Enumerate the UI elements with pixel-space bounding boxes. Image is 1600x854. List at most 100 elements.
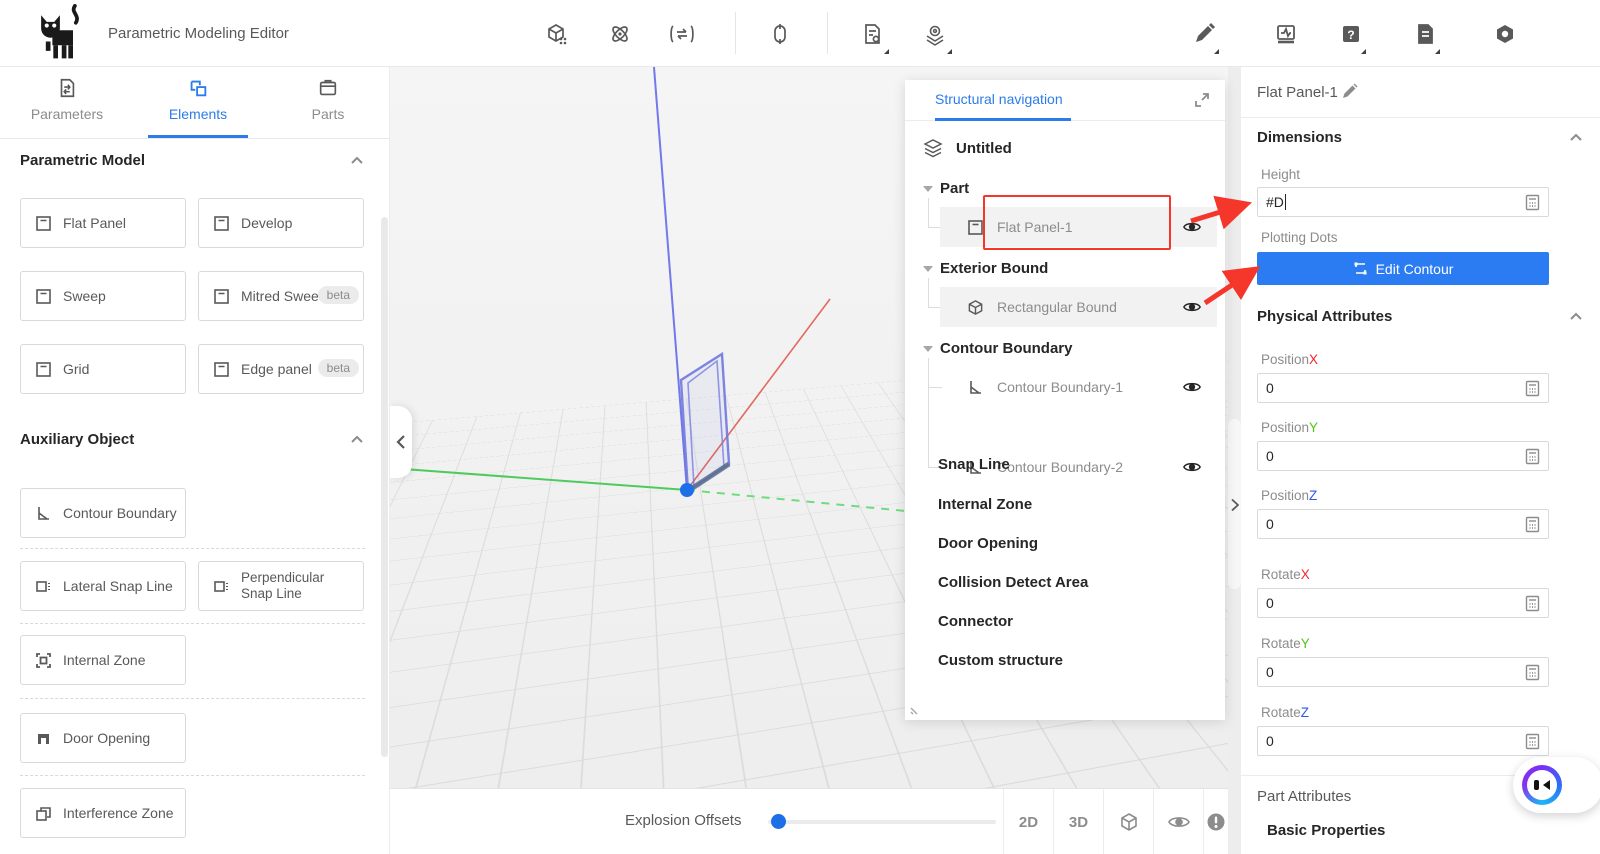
atom-icon[interactable] bbox=[606, 20, 634, 48]
library-item-label: Develop bbox=[241, 215, 292, 231]
view-2d-button[interactable]: 2D bbox=[1003, 789, 1053, 854]
tab-elements[interactable]: Elements bbox=[143, 77, 253, 122]
edit-contour-label: Edit Contour bbox=[1376, 261, 1454, 277]
library-item-internal-zone[interactable]: Internal Zone bbox=[20, 635, 186, 685]
nav-category-door-opening[interactable]: Door Opening bbox=[938, 535, 1038, 552]
section-auxiliary-object: Auxiliary Object bbox=[20, 431, 134, 448]
cube-grid-icon[interactable] bbox=[543, 20, 571, 48]
edit-contour-button[interactable]: Edit Contour bbox=[1257, 252, 1549, 285]
nut-icon[interactable] bbox=[1491, 20, 1519, 48]
tree-connector bbox=[928, 278, 929, 308]
rotate-y-input[interactable]: 0 bbox=[1257, 657, 1549, 687]
library-item-perpendicular-snap-line[interactable]: Perpendicular Snap Line bbox=[198, 561, 364, 611]
beta-badge: beta bbox=[318, 286, 359, 304]
position-z-input[interactable]: 0 bbox=[1257, 509, 1549, 539]
isometric-view-button[interactable] bbox=[1103, 789, 1153, 854]
library-item-flat-panel[interactable]: Flat Panel bbox=[20, 198, 186, 248]
dimensions-section-title: Dimensions bbox=[1257, 129, 1342, 146]
height-label: Height bbox=[1261, 167, 1300, 182]
nav-group-exterior-bound[interactable]: Exterior Bound bbox=[923, 260, 1048, 277]
activity-monitor-icon[interactable] bbox=[1272, 20, 1300, 48]
panel-resize-handle[interactable] bbox=[910, 703, 922, 715]
collapse-chevron-icon[interactable] bbox=[1569, 310, 1583, 324]
inspector-collapse-handle[interactable] bbox=[1228, 495, 1241, 515]
library-item-edge-panel[interactable]: Edge panel beta bbox=[198, 344, 364, 394]
library-item-lateral-snap-line[interactable]: Lateral Snap Line bbox=[20, 561, 186, 611]
library-item-door-opening[interactable]: Door Opening bbox=[20, 713, 186, 763]
rename-pencil-icon[interactable] bbox=[1341, 83, 1358, 100]
pencil-icon[interactable] bbox=[1190, 20, 1218, 48]
eye-icon[interactable] bbox=[1183, 378, 1201, 396]
calculator-icon[interactable] bbox=[1525, 664, 1540, 681]
library-item-label: Perpendicular Snap Line bbox=[241, 570, 351, 601]
nav-title-tab[interactable]: Structural navigation bbox=[935, 91, 1063, 107]
nav-root-item[interactable]: Untitled bbox=[923, 138, 1012, 158]
eye-icon[interactable] bbox=[1183, 298, 1201, 316]
text-caret bbox=[1285, 194, 1286, 210]
document-gear-icon[interactable] bbox=[858, 20, 886, 48]
collapse-chevron-icon[interactable] bbox=[350, 154, 364, 168]
library-item-sweep[interactable]: Sweep bbox=[20, 271, 186, 321]
library-item-contour-boundary[interactable]: Contour Boundary bbox=[20, 488, 186, 538]
top-bar: Parametric Modeling Editor bbox=[0, 0, 1600, 67]
warning-button[interactable] bbox=[1203, 789, 1228, 854]
swap-arrows-icon[interactable] bbox=[668, 20, 696, 48]
document-icon[interactable] bbox=[1411, 20, 1439, 48]
library-item-mitred-sweep[interactable]: Mitred Swee beta bbox=[198, 271, 364, 321]
library-item-grid[interactable]: Grid bbox=[20, 344, 186, 394]
position-y-input[interactable]: 0 bbox=[1257, 441, 1549, 471]
calculator-icon[interactable] bbox=[1525, 516, 1540, 533]
nav-category-internal-zone[interactable]: Internal Zone bbox=[938, 496, 1032, 513]
height-input[interactable]: #D bbox=[1257, 187, 1549, 217]
nav-category-collision-detect-area[interactable]: Collision Detect Area bbox=[938, 574, 1088, 591]
view-3d-button[interactable]: 3D bbox=[1053, 789, 1103, 854]
collapse-chevron-icon[interactable] bbox=[1569, 131, 1583, 145]
inspector-title: Flat Panel-1 bbox=[1257, 84, 1338, 101]
dashed-divider bbox=[20, 775, 365, 776]
rotate-z-input[interactable]: 0 bbox=[1257, 726, 1549, 756]
library-item-interference-zone[interactable]: Interference Zone bbox=[20, 788, 186, 838]
library-item-develop[interactable]: Develop bbox=[198, 198, 364, 248]
calculator-icon[interactable] bbox=[1525, 595, 1540, 612]
bounding-cube-icon bbox=[967, 299, 984, 316]
view-2d-label: 2D bbox=[1019, 814, 1038, 831]
visibility-button[interactable] bbox=[1153, 789, 1203, 854]
inspector-scroll-strip[interactable] bbox=[1228, 67, 1241, 854]
nav-group-part[interactable]: Part bbox=[923, 180, 969, 197]
eye-icon[interactable] bbox=[1183, 458, 1201, 476]
position-x-input[interactable]: 0 bbox=[1257, 373, 1549, 403]
calculator-icon[interactable] bbox=[1525, 448, 1540, 465]
eye-icon[interactable] bbox=[1183, 218, 1201, 236]
dropdown-caret bbox=[884, 49, 889, 54]
nav-root-label: Untitled bbox=[956, 140, 1012, 157]
link-icon[interactable] bbox=[766, 20, 794, 48]
tab-parameters[interactable]: Parameters bbox=[12, 77, 122, 122]
nav-group-contour-boundary[interactable]: Contour Boundary bbox=[923, 340, 1073, 357]
slider-thumb[interactable] bbox=[771, 814, 786, 829]
calculator-icon[interactable] bbox=[1525, 733, 1540, 750]
dropdown-caret bbox=[1214, 49, 1219, 54]
certificate-icon[interactable] bbox=[921, 20, 949, 48]
explosion-offsets-slider[interactable] bbox=[768, 820, 996, 824]
sidebar-scrollbar[interactable] bbox=[381, 217, 388, 757]
nav-category-snap-line-final[interactable]: Snap Line bbox=[938, 456, 1010, 473]
rotate-x-value: 0 bbox=[1266, 595, 1274, 611]
nav-header: Structural navigation bbox=[905, 80, 1225, 121]
help-icon[interactable]: ? bbox=[1337, 20, 1365, 48]
collapse-chevron-icon[interactable] bbox=[350, 433, 364, 447]
rotate-x-input[interactable]: 0 bbox=[1257, 588, 1549, 618]
calculator-icon[interactable] bbox=[1525, 380, 1540, 397]
nav-item-contour-boundary-1[interactable]: Contour Boundary-1 bbox=[940, 367, 1217, 407]
tab-parts[interactable]: Parts bbox=[273, 77, 383, 122]
assistant-button[interactable] bbox=[1513, 757, 1600, 813]
library-item-label: Internal Zone bbox=[63, 652, 146, 668]
nav-category-connector[interactable]: Connector bbox=[938, 613, 1013, 630]
nav-item-rectangular-bound[interactable]: Rectangular Bound bbox=[940, 287, 1217, 327]
calculator-icon[interactable] bbox=[1525, 194, 1540, 211]
expand-panel-icon[interactable] bbox=[1193, 91, 1211, 109]
sidebar-collapse-handle[interactable] bbox=[390, 406, 412, 478]
tree-connector bbox=[928, 198, 929, 228]
nav-category-custom-structure[interactable]: Custom structure bbox=[938, 652, 1063, 669]
library-item-label: Mitred Swee bbox=[241, 288, 319, 304]
nav-item-flat-panel-1[interactable]: Flat Panel-1 bbox=[940, 207, 1217, 247]
